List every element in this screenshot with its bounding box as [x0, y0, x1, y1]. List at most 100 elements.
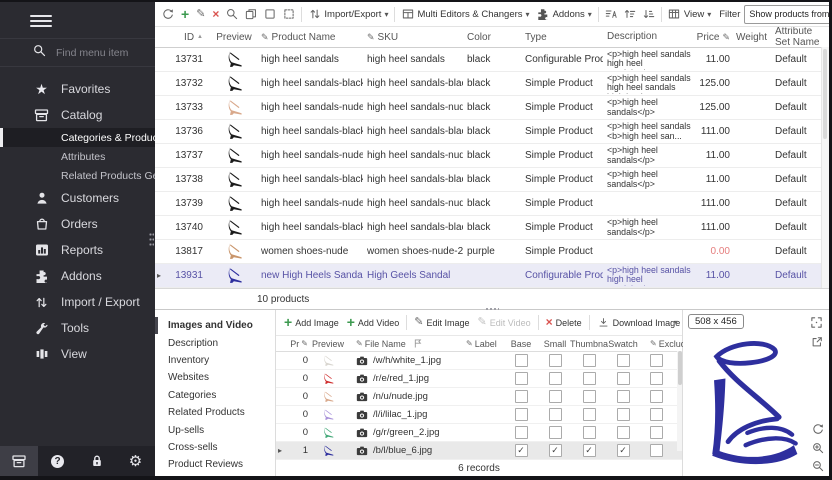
column-header-type[interactable]: Type: [521, 32, 603, 43]
lock-icon[interactable]: [87, 451, 107, 471]
search-input[interactable]: [54, 46, 158, 60]
addons-menu[interactable]: Addons ▾: [534, 6, 595, 23]
fullscreen-icon[interactable]: [809, 315, 824, 330]
refresh-button[interactable]: [159, 6, 177, 22]
small-checkbox[interactable]: [549, 426, 562, 439]
detail-tab-images-and-video[interactable]: Images and Video: [155, 317, 275, 334]
product-row[interactable]: 13731 high heel sandals high heel sandal…: [155, 48, 829, 72]
image-row[interactable]: 0 /g/r/green_2.jpg: [276, 424, 682, 442]
swatch-checkbox[interactable]: [617, 390, 630, 403]
base-checkbox[interactable]: [515, 390, 528, 403]
product-row[interactable]: 13817 women shoes-nude women shoes-nude-…: [155, 240, 829, 264]
image-row[interactable]: 0 /w/h/white_1.jpg: [276, 352, 682, 370]
exclude-checkbox[interactable]: [650, 408, 663, 421]
multi-editors-menu[interactable]: Multi Editors & Changers ▾: [398, 6, 532, 23]
sidebar-item-orders[interactable]: Orders: [0, 211, 155, 237]
sidebar-item-customers[interactable]: Customers: [0, 185, 155, 211]
exclude-checkbox[interactable]: [650, 390, 663, 403]
sidebar-item-favorites[interactable]: ★ Favorites: [0, 76, 155, 102]
paste-button[interactable]: [261, 6, 279, 22]
sidebar-item-tools[interactable]: Tools: [0, 315, 155, 341]
toolbar-overflow-icon[interactable]: ▾: [674, 318, 678, 327]
column-header-small[interactable]: Small: [538, 339, 572, 349]
base-checkbox[interactable]: [515, 426, 528, 439]
sidebar-item-related-products-generator[interactable]: Related Products Generator: [0, 166, 155, 185]
image-row[interactable]: 0 /l/i/lilac_1.jpg: [276, 406, 682, 424]
detail-tab-product-reviews[interactable]: Product Reviews: [155, 456, 275, 473]
product-row[interactable]: 13736 high heel sandals-black-36 high he…: [155, 120, 829, 144]
image-row[interactable]: 0 /r/e/red_1.jpg: [276, 370, 682, 388]
column-header-base[interactable]: Base: [504, 339, 538, 349]
product-row[interactable]: 13738 high heel sandals-black-37 high he…: [155, 168, 829, 192]
delete-image-button[interactable]: × Delete: [543, 315, 585, 330]
edit-product-button[interactable]: ✎: [193, 7, 208, 22]
copy-button[interactable]: [242, 6, 260, 22]
product-row[interactable]: 13740 high heel sandals-black-38 high he…: [155, 216, 829, 240]
thumbnail-checkbox[interactable]: [583, 408, 596, 421]
column-header-attribute-set[interactable]: Attribute Set Name: [767, 27, 822, 48]
column-header-id[interactable]: ID ▲: [167, 32, 207, 43]
zoom-in-icon[interactable]: [810, 440, 825, 455]
hamburger-menu-icon[interactable]: [30, 12, 52, 30]
small-checkbox[interactable]: [549, 390, 562, 403]
sidebar-item-attributes[interactable]: Attributes: [0, 147, 155, 166]
thumbnail-checkbox[interactable]: [583, 372, 596, 385]
thumbnail-checkbox[interactable]: [583, 354, 596, 367]
detail-tab-websites[interactable]: Websites: [155, 369, 275, 386]
add-image-button[interactable]: + Add Image: [281, 315, 342, 330]
base-checkbox[interactable]: [515, 444, 528, 457]
move-down-button[interactable]: [640, 6, 658, 22]
menu-search[interactable]: [0, 38, 155, 67]
detail-tab-up-sells[interactable]: Up-sells: [155, 421, 275, 438]
filter-select[interactable]: Show products from selected categories ▾: [744, 5, 829, 24]
gear-icon[interactable]: ⚙: [126, 451, 146, 471]
move-up-button[interactable]: [621, 6, 639, 22]
zoom-out-icon[interactable]: [810, 458, 825, 473]
download-image-button[interactable]: Download Image: [594, 314, 682, 331]
detail-tab-inventory[interactable]: Inventory: [155, 352, 275, 369]
detail-tab-related-products[interactable]: Related Products: [155, 404, 275, 421]
thumbnail-checkbox[interactable]: [583, 426, 596, 439]
import-export-menu[interactable]: Import/Export ▾: [305, 6, 391, 23]
exclude-checkbox[interactable]: [650, 426, 663, 439]
column-header-swatch[interactable]: Swatch: [606, 339, 640, 349]
sort-az-button[interactable]: [602, 6, 620, 22]
column-header-priority[interactable]: Pr ✎: [286, 338, 308, 349]
product-row[interactable]: ▸ 13931 new High Heels Sandals High Geel…: [155, 264, 829, 288]
detail-tab-description[interactable]: Description: [155, 334, 275, 351]
column-header-thumbnail[interactable]: Thumbna: [572, 339, 606, 349]
exclude-checkbox[interactable]: [650, 372, 663, 385]
search-button[interactable]: [223, 6, 241, 22]
exclude-checkbox[interactable]: [650, 444, 663, 457]
sidebar-item-categories-products[interactable]: Categories & Products: [0, 128, 155, 147]
column-header-color[interactable]: Color: [463, 32, 521, 43]
detail-tab-categories[interactable]: Categories: [155, 387, 275, 404]
column-header-preview[interactable]: Preview: [308, 339, 348, 349]
swatch-checkbox[interactable]: [617, 372, 630, 385]
base-checkbox[interactable]: [515, 372, 528, 385]
image-row[interactable]: ▸ 1 /b/l/blue_6.jpg: [276, 442, 682, 460]
column-header-exclude[interactable]: ✎ Exclude: [640, 338, 676, 349]
column-header-file-name[interactable]: ✎ File Name: [348, 338, 466, 349]
thumbnail-checkbox[interactable]: [583, 444, 596, 457]
small-checkbox[interactable]: [549, 372, 562, 385]
small-checkbox[interactable]: [549, 354, 562, 367]
column-header-sku[interactable]: ✎ SKU: [363, 32, 463, 43]
column-header-preview[interactable]: Preview: [207, 32, 257, 43]
scrollbar-thumb[interactable]: [678, 351, 682, 385]
sidebar-item-import-export[interactable]: Import / Export: [0, 289, 155, 315]
product-row[interactable]: 13737 high heel sandals-nude-36 high hee…: [155, 144, 829, 168]
product-row[interactable]: 13739 high heel sandals-nude-37 high hee…: [155, 192, 829, 216]
help-icon[interactable]: ?: [48, 451, 68, 471]
rotate-icon[interactable]: [810, 421, 825, 436]
base-checkbox[interactable]: [515, 354, 528, 367]
scrollbar-thumb[interactable]: [823, 49, 827, 139]
image-row[interactable]: 0 /n/u/nude.jpg: [276, 388, 682, 406]
edit-video-button[interactable]: ✎ Edit Video: [475, 315, 534, 330]
small-checkbox[interactable]: [549, 444, 562, 457]
column-header-weight[interactable]: Weight: [733, 32, 767, 43]
store-icon[interactable]: [0, 446, 38, 476]
column-header-product-name[interactable]: ✎ Product Name: [257, 32, 363, 43]
delete-product-button[interactable]: ×: [209, 7, 222, 22]
add-product-button[interactable]: +: [178, 7, 192, 22]
